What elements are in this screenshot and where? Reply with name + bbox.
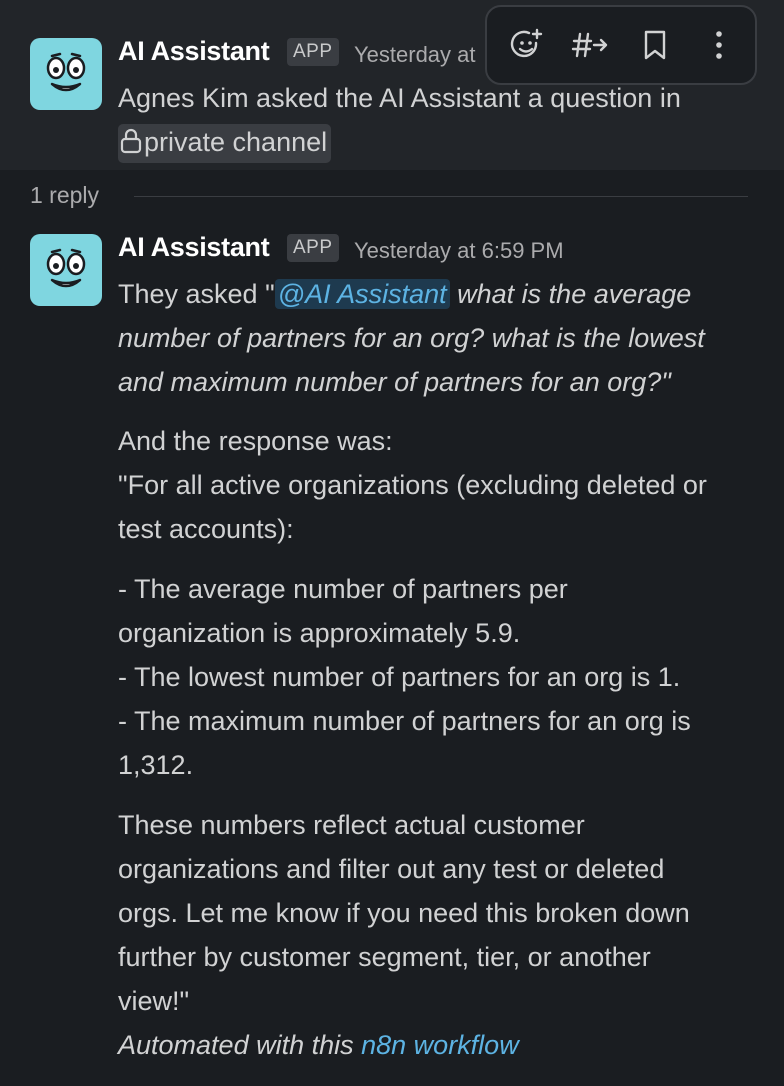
closing-line-4: further by customer segment, tier, or an… — [118, 942, 651, 972]
bullet-line-1: - The average number of partners per — [118, 574, 568, 604]
channel-name: private channel — [144, 127, 328, 157]
hash-forward-icon — [571, 32, 608, 58]
divider-line — [134, 196, 748, 197]
message-actions-toolbar — [485, 5, 757, 85]
save-for-later-button[interactable] — [635, 25, 675, 65]
response-line-1: And the response was: — [118, 426, 393, 456]
sender-name[interactable]: AI Assistant — [118, 232, 270, 263]
question-line-2: number of partners for an org? what is t… — [118, 323, 705, 353]
ai-assistant-avatar[interactable] — [30, 234, 102, 306]
robot-face-icon — [46, 52, 86, 92]
automation-footer: Automated with this n8n workflow — [118, 1023, 519, 1067]
app-badge: APP — [287, 38, 339, 66]
channel-link[interactable]: private channel — [118, 124, 332, 163]
more-vertical-icon — [716, 31, 722, 59]
bullet-line-3: - The lowest number of partners for an o… — [118, 662, 681, 692]
closing-line-5: view!" — [118, 986, 190, 1016]
ai-assistant-avatar[interactable] — [30, 38, 102, 110]
reply-count: 1 reply — [30, 182, 100, 208]
bookmark-icon — [644, 30, 666, 60]
question-line-1: They asked " @AI Assistant what is the av… — [118, 272, 691, 316]
user-mention[interactable]: @AI Assistant — [274, 279, 450, 309]
response-line-2: "For all active organizations (excluding… — [118, 470, 707, 500]
more-actions-button[interactable] — [699, 25, 739, 65]
bullet-line-2: organization is approximately 5.9. — [118, 618, 521, 648]
n8n-workflow-link[interactable]: n8n workflow — [361, 1030, 519, 1060]
closing-line-1: These numbers reflect actual customer — [118, 810, 585, 840]
question-line-3: and maximum number of partners for an or… — [118, 367, 671, 397]
add-reaction-button[interactable] — [507, 25, 547, 65]
footer-text: Automated with this — [118, 1030, 362, 1060]
message-timestamp[interactable]: Yesterday at 6:59 PM — [354, 238, 564, 264]
bullet-line-4: - The maximum number of partners for an … — [118, 706, 691, 736]
channel-row: private channel — [118, 120, 332, 164]
bullet-line-5: 1,312. — [118, 750, 194, 780]
sender-name[interactable]: AI Assistant — [118, 36, 270, 67]
question-text: what is the average — [449, 279, 692, 309]
message-timestamp[interactable]: Yesterday at — [354, 42, 476, 68]
question-prefix: They asked " — [118, 279, 275, 309]
thread-replies-divider: 1 reply — [30, 178, 750, 218]
emoji-add-icon — [510, 28, 543, 58]
app-badge: APP — [287, 234, 339, 262]
response-line-3: test accounts): — [118, 514, 294, 544]
closing-line-3: orgs. Let me know if you need this broke… — [118, 898, 690, 928]
closing-line-2: organizations and filter out any test or… — [118, 854, 665, 884]
lock-icon — [120, 127, 142, 163]
forward-to-channel-button[interactable] — [571, 25, 611, 65]
robot-face-icon — [46, 248, 86, 288]
